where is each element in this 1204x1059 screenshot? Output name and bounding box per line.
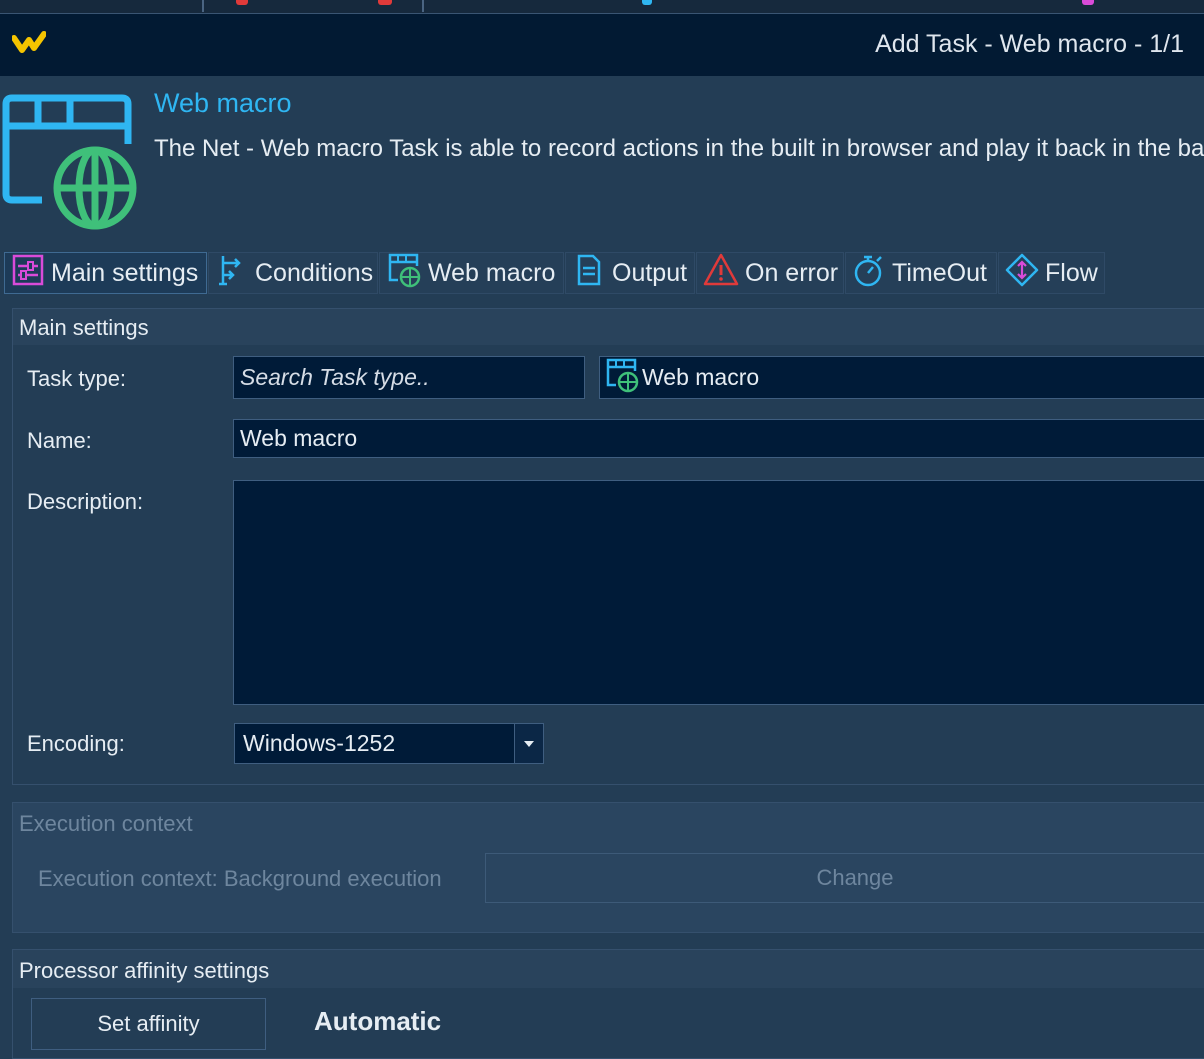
description-label: Description: [27,489,144,514]
tab-conditions[interactable]: Conditions [208,252,378,294]
top-toolbar-strip [0,0,1204,14]
tab-strip: Main settings Conditions Web macro Outpu… [0,252,1204,296]
warning-icon [703,252,739,295]
encoding-value: Windows-1252 [243,730,396,756]
tab-timeout[interactable]: TimeOut [845,252,997,294]
tab-label: Flow [1045,258,1098,287]
change-label: Change [816,865,894,890]
name-value: Web macro [240,425,358,451]
encoding-label: Encoding: [27,731,125,756]
chevron-down-icon[interactable] [514,724,543,763]
group-header [13,309,1204,345]
toolbar-icon[interactable] [378,0,392,5]
affinity-value: Automatic [314,1006,442,1036]
tab-label: Web macro [428,258,556,287]
execution-context-text: Execution context: Background execution [38,866,442,891]
tab-label: Main settings [51,258,199,287]
tab-output[interactable]: Output [565,252,695,294]
execution-context-title: Execution context [19,811,193,836]
tab-main-settings[interactable]: Main settings [4,252,207,294]
toolbar-separator [422,0,424,12]
task-type-value: Web macro [642,364,760,390]
web-macro-large-icon [2,92,142,237]
description-textarea[interactable] [233,480,1204,705]
tab-label: Conditions [255,258,374,287]
flow-icon [1005,253,1039,294]
conditions-icon [215,253,249,294]
set-affinity-button[interactable]: Set affinity [31,998,266,1050]
task-type-label: Task type: [27,366,127,391]
document-icon [572,253,606,294]
set-affinity-label: Set affinity [97,1011,200,1036]
tab-label: On error [745,258,839,287]
toolbar-icon[interactable] [236,0,248,5]
tab-web-macro[interactable]: Web macro [379,252,564,294]
web-macro-icon [604,357,640,398]
tab-label: Output [612,258,688,287]
change-button[interactable]: Change [485,853,1204,903]
task-type-select[interactable]: Web macro [599,356,1204,399]
encoding-select[interactable]: Windows-1252 [234,723,544,764]
stopwatch-icon [852,253,886,294]
app-logo-icon [11,30,47,63]
task-type-search-input[interactable]: Search Task type.. [233,356,585,399]
tab-label: TimeOut [892,258,987,287]
task-description: The Net - Web macro Task is able to reco… [154,135,1204,162]
web-macro-icon [386,252,422,295]
processor-affinity-title: Processor affinity settings [19,958,270,983]
tab-flow[interactable]: Flow [998,252,1105,294]
tab-on-error[interactable]: On error [696,252,844,294]
name-input[interactable]: Web macro [233,419,1204,458]
toolbar-icon[interactable] [642,0,652,5]
toolbar-separator [202,0,204,12]
name-label: Name: [27,428,92,453]
main-settings-title: Main settings [19,315,149,340]
sliders-icon [11,253,45,294]
task-type-placeholder: Search Task type.. [240,364,430,390]
task-title: Web macro [154,88,292,118]
window-title: Add Task - Web macro - 1/1 [875,30,1184,58]
toolbar-icon[interactable] [1082,0,1094,5]
